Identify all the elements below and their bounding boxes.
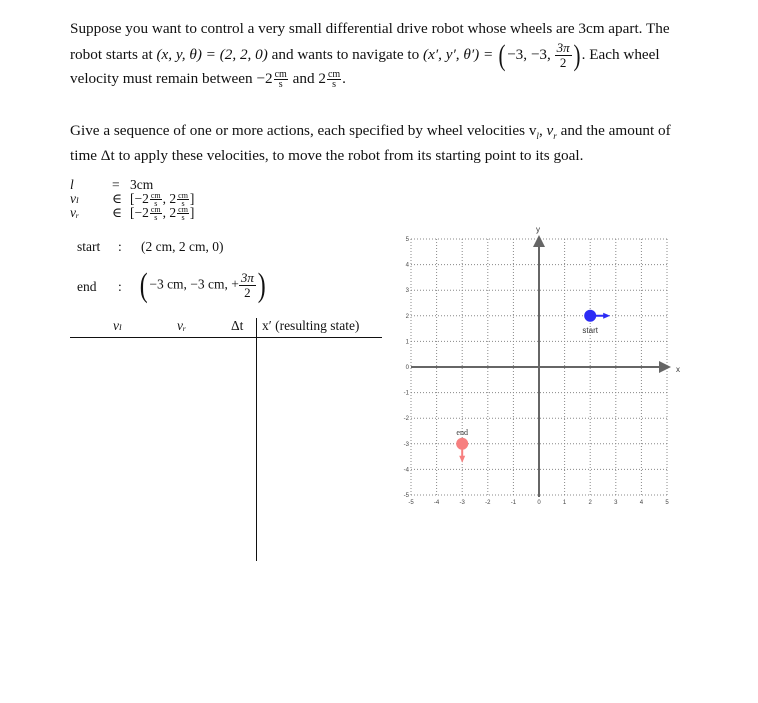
text: Give a sequence of one or more actions, … (70, 122, 537, 139)
start-heading-arrow-head (603, 312, 611, 319)
table-column-separator (256, 318, 257, 561)
text: . (342, 70, 346, 87)
problem-statement: Suppose you want to control a very small… (70, 16, 710, 91)
value: [−2 cm s, 2 cm s] (130, 205, 195, 223)
x-tick-label: -1 (511, 500, 517, 506)
task-line-1: Give a sequence of one or more actions, … (70, 122, 671, 142)
table-header-rule (70, 337, 382, 338)
end-robot-marker (456, 437, 469, 450)
unit-den: s (154, 213, 158, 223)
table-header-vr: vᵣ (177, 318, 187, 333)
goal-state-math: (x′, y′, θ′) = (423, 45, 498, 63)
tick-labels: -5 -4 -3 -2 -1 0 1 2 3 4 5 5 4 3 2 1 0 -1 -2 -3 -4 -5 (404, 237, 670, 506)
y-tick-label: -5 (404, 493, 410, 499)
value: (−3 cm, −3 cm, +3π 2) (139, 266, 266, 304)
problem-line-3: velocity must remain between −2 cm s and 2… (70, 66, 710, 91)
task-line-2: time Δt to apply these velocities, to mo… (70, 147, 584, 165)
start-robot-marker (584, 309, 597, 322)
y-tick-label: 4 (406, 263, 410, 269)
unit-den: s (181, 213, 185, 223)
table-header-result: x′ (resulting state) (262, 318, 360, 333)
coordinate-plot: xy -5 -4 -3 -2 -1 0 1 2 3 4 5543210-1-2-3-4-5 star… (404, 225, 680, 506)
x-tick-label: 1 (563, 500, 567, 506)
y-tick-label: 3 (406, 288, 410, 294)
fraction-denominator: 2 (559, 55, 567, 70)
task-statement: Give a sequence of one or more actions, … (70, 121, 710, 165)
fraction-numerator: 3π (554, 40, 572, 56)
text: and (288, 70, 319, 87)
y-tick-label: -4 (404, 467, 410, 473)
x-tick-label: -2 (485, 500, 491, 506)
unit-fraction: cm s (273, 70, 288, 91)
unit-fraction: cm s (326, 70, 342, 91)
text: [−2 (130, 191, 149, 206)
text: . Each wheel (581, 45, 660, 63)
symbol: vᵣ (70, 205, 80, 220)
y-tick-label: 0 (406, 365, 410, 371)
max-velocity: 2 (318, 70, 326, 87)
x-tick-label: -3 (460, 500, 466, 506)
axes: xy (411, 225, 680, 497)
text: −3 cm, −3 cm, + (149, 276, 239, 292)
left-paren: ( (498, 38, 506, 72)
relation: : (118, 239, 122, 254)
y-tick-label: -2 (404, 416, 410, 422)
relation: ∈ (112, 205, 122, 220)
start-label: start (582, 326, 598, 335)
goal-angle-fraction: 3π 2 (554, 40, 572, 70)
value: (2 cm, 2 cm, 0) (141, 239, 224, 254)
x-tick-label: 0 (537, 500, 541, 506)
x-tick-label: 5 (665, 500, 669, 506)
x-tick-label: 3 (614, 500, 618, 506)
y-tick-label: 5 (406, 237, 410, 243)
text: and wants to navigate to (267, 45, 424, 63)
unit-den: s (332, 79, 336, 91)
text: [−2 (130, 205, 149, 220)
goal-values: −3, −3, (507, 45, 551, 63)
text: , 2 (162, 205, 177, 220)
label: start (77, 239, 101, 254)
table-header-dt: Δt (231, 318, 244, 333)
x-axis-label: x (676, 365, 680, 374)
label: end (77, 279, 97, 294)
end-label: end (456, 428, 468, 437)
fraction-denominator: 2 (244, 285, 251, 300)
robot-markers: start end (456, 309, 611, 463)
text: ] (189, 205, 195, 220)
text: , 2 (162, 191, 177, 206)
x-tick-label: -5 (408, 500, 414, 506)
start-state-math: (x, y, θ) = (2, 2, 0) (156, 45, 268, 63)
x-tick-label: 2 (589, 500, 593, 506)
x-tick-label: 4 (640, 500, 644, 506)
fraction-numerator: 3π (238, 270, 256, 286)
y-axis-label: y (536, 225, 540, 234)
right-paren: ) (573, 38, 581, 72)
text: and the amount of (556, 122, 671, 139)
relation: : (118, 279, 122, 294)
text: robot starts at (70, 45, 157, 63)
x-tick-label: -4 (434, 500, 440, 506)
problem-line-1: Suppose you want to control a very small… (70, 20, 670, 37)
text: velocity must remain between (70, 70, 257, 87)
unit-den: s (278, 79, 283, 91)
definitions: l = 3cm vₗ ∈ [−2 cm s, 2 cm s] vᵣ ∈ [−2 cm s, … (70, 177, 390, 307)
y-tick-label: -3 (404, 442, 410, 448)
min-velocity: −2 (256, 70, 273, 87)
text: ] (189, 191, 195, 206)
end-heading-arrow-head (459, 455, 466, 463)
y-tick-label: -1 (404, 391, 410, 397)
table-header-vl: vₗ (113, 318, 123, 333)
y-tick-label: 1 (406, 339, 410, 345)
y-tick-label: 2 (406, 314, 410, 320)
problem-line-2: robot starts at (x, y, θ) = (2, 2, 0) an… (70, 38, 710, 72)
